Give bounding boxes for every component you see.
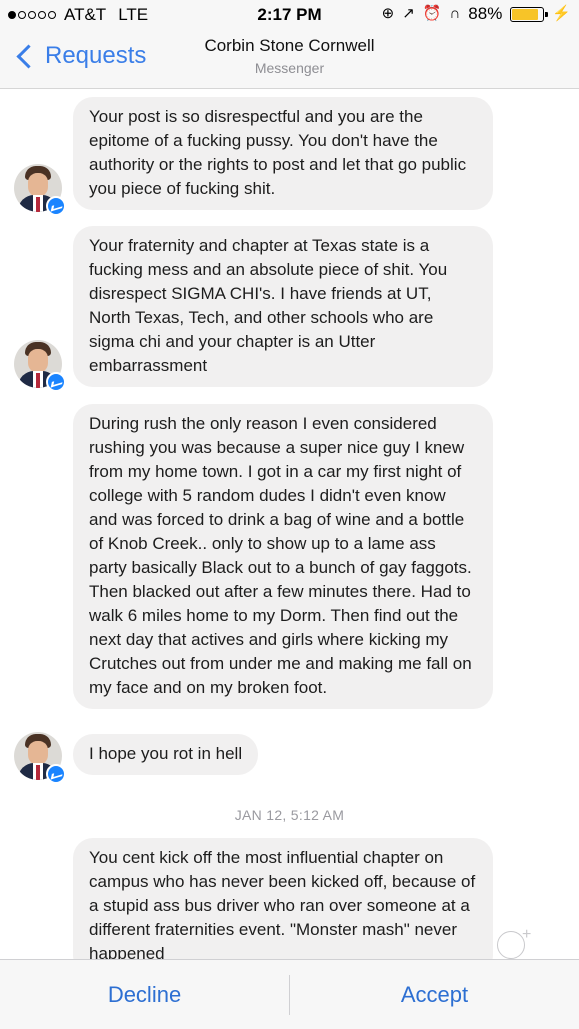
- conversation-title: Corbin Stone Cornwell: [204, 36, 375, 55]
- messenger-badge-icon: [46, 764, 66, 784]
- location-arrow-icon: ↗: [402, 5, 415, 22]
- decline-button[interactable]: Decline: [0, 960, 289, 1029]
- message-bubble[interactable]: You cent kick off the most influential c…: [73, 838, 493, 959]
- message-thread[interactable]: Your post is so disrespectful and you ar…: [0, 89, 579, 959]
- message-bubble[interactable]: Your fraternity and chapter at Texas sta…: [73, 226, 493, 387]
- plus-icon: +: [522, 926, 532, 943]
- battery-percent: 88%: [468, 4, 503, 23]
- sender-avatar[interactable]: [14, 732, 66, 784]
- sender-avatar[interactable]: [14, 164, 66, 216]
- headphones-icon: ∩: [449, 5, 461, 22]
- sticker-icon[interactable]: [497, 931, 525, 959]
- accept-button[interactable]: Accept: [290, 960, 579, 1029]
- battery-icon: [510, 6, 549, 22]
- charging-bolt-icon: ⚡: [552, 5, 571, 22]
- lock-rotation-icon: ⊕: [381, 5, 395, 22]
- message-bubble[interactable]: During rush the only reason I even consi…: [73, 404, 493, 709]
- messenger-badge-icon: [46, 372, 66, 392]
- battery-level-fill: [512, 8, 539, 20]
- messenger-request-screen: AT&T LTE 2:17 PM ⊕ ↗ ⏰ ∩ 88% ⚡ Requests …: [0, 0, 579, 1029]
- sender-avatar[interactable]: [14, 340, 66, 392]
- conversation-subtitle: Messenger: [254, 60, 325, 76]
- navigation-bar: Requests Corbin Stone Cornwell Messenger: [0, 30, 579, 89]
- message-bubble[interactable]: I hope you rot in hell: [73, 734, 259, 775]
- message-timestamp: JAN 12, 5:12 AM: [234, 807, 345, 823]
- status-bar: AT&T LTE 2:17 PM ⊕ ↗ ⏰ ∩ 88% ⚡: [0, 0, 579, 30]
- message-bubble[interactable]: Your post is so disrespectful and you ar…: [73, 97, 493, 210]
- alarm-icon: ⏰: [422, 5, 442, 22]
- request-action-bar: Decline Accept: [0, 959, 579, 1029]
- status-bar-right: ⊕ ↗ ⏰ ∩ 88% ⚡: [382, 4, 571, 24]
- messenger-badge-icon: [46, 196, 66, 216]
